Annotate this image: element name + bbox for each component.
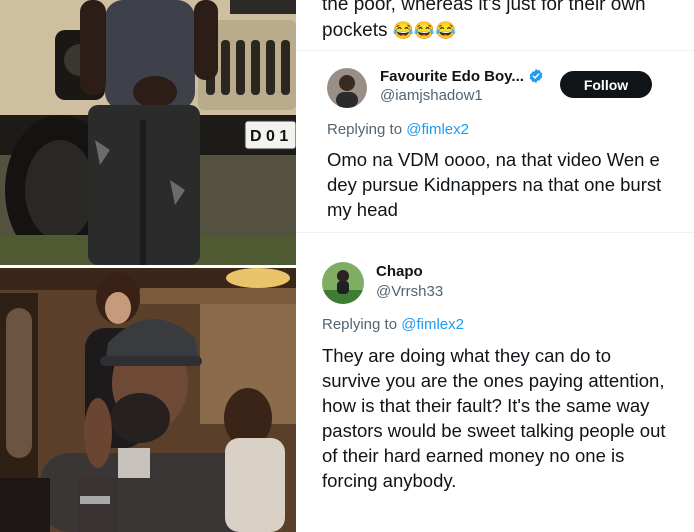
divider: [296, 50, 694, 51]
avatar[interactable]: [327, 68, 367, 108]
original-tweet-text: the poor, whereas it's just for their ow…: [322, 0, 646, 44]
follow-button[interactable]: Follow: [560, 71, 652, 98]
photo-man-in-cap: [0, 268, 296, 532]
replying-to-mention[interactable]: @fimlex2: [406, 121, 469, 138]
original-tweet-last-line: pockets 😂😂😂: [322, 18, 646, 44]
replying-to: Replying to @fimlex2: [322, 316, 464, 333]
photo-man-in-cap-illustration: [0, 268, 296, 532]
display-name[interactable]: Chapo: [376, 263, 423, 280]
photo-man-by-vehicle-illustration: D 0 1: [0, 0, 296, 265]
divider: [296, 232, 694, 233]
reply-text: They are doing what they can do to survi…: [322, 345, 666, 491]
original-tweet-last-word: pockets: [322, 20, 388, 41]
photo-man-by-vehicle: D 0 1: [0, 0, 296, 265]
avatar-image: [322, 262, 364, 304]
laughing-emoji: 😂😂😂: [392, 21, 457, 40]
display-name[interactable]: Favourite Edo Boy...: [380, 68, 524, 85]
avatar-image: [327, 68, 367, 108]
license-plate-text: D 0 1: [250, 128, 288, 145]
replying-to-label: Replying to: [322, 316, 398, 333]
verified-badge-icon: [529, 69, 543, 83]
user-handle: @Vrrsh33: [376, 283, 444, 300]
reply-text: Omo na VDM oooo, na that video Wen e dey…: [327, 149, 662, 220]
original-tweet-partial-line: the poor, whereas it's just for their ow…: [322, 0, 646, 15]
replies-column: the poor, whereas it's just for their ow…: [296, 0, 694, 532]
avatar[interactable]: [322, 262, 364, 304]
replying-to: Replying to @fimlex2: [327, 121, 469, 138]
replying-to-label: Replying to: [327, 121, 403, 138]
replying-to-mention[interactable]: @fimlex2: [401, 316, 464, 333]
user-handle: @iamjshadow1: [380, 87, 483, 104]
